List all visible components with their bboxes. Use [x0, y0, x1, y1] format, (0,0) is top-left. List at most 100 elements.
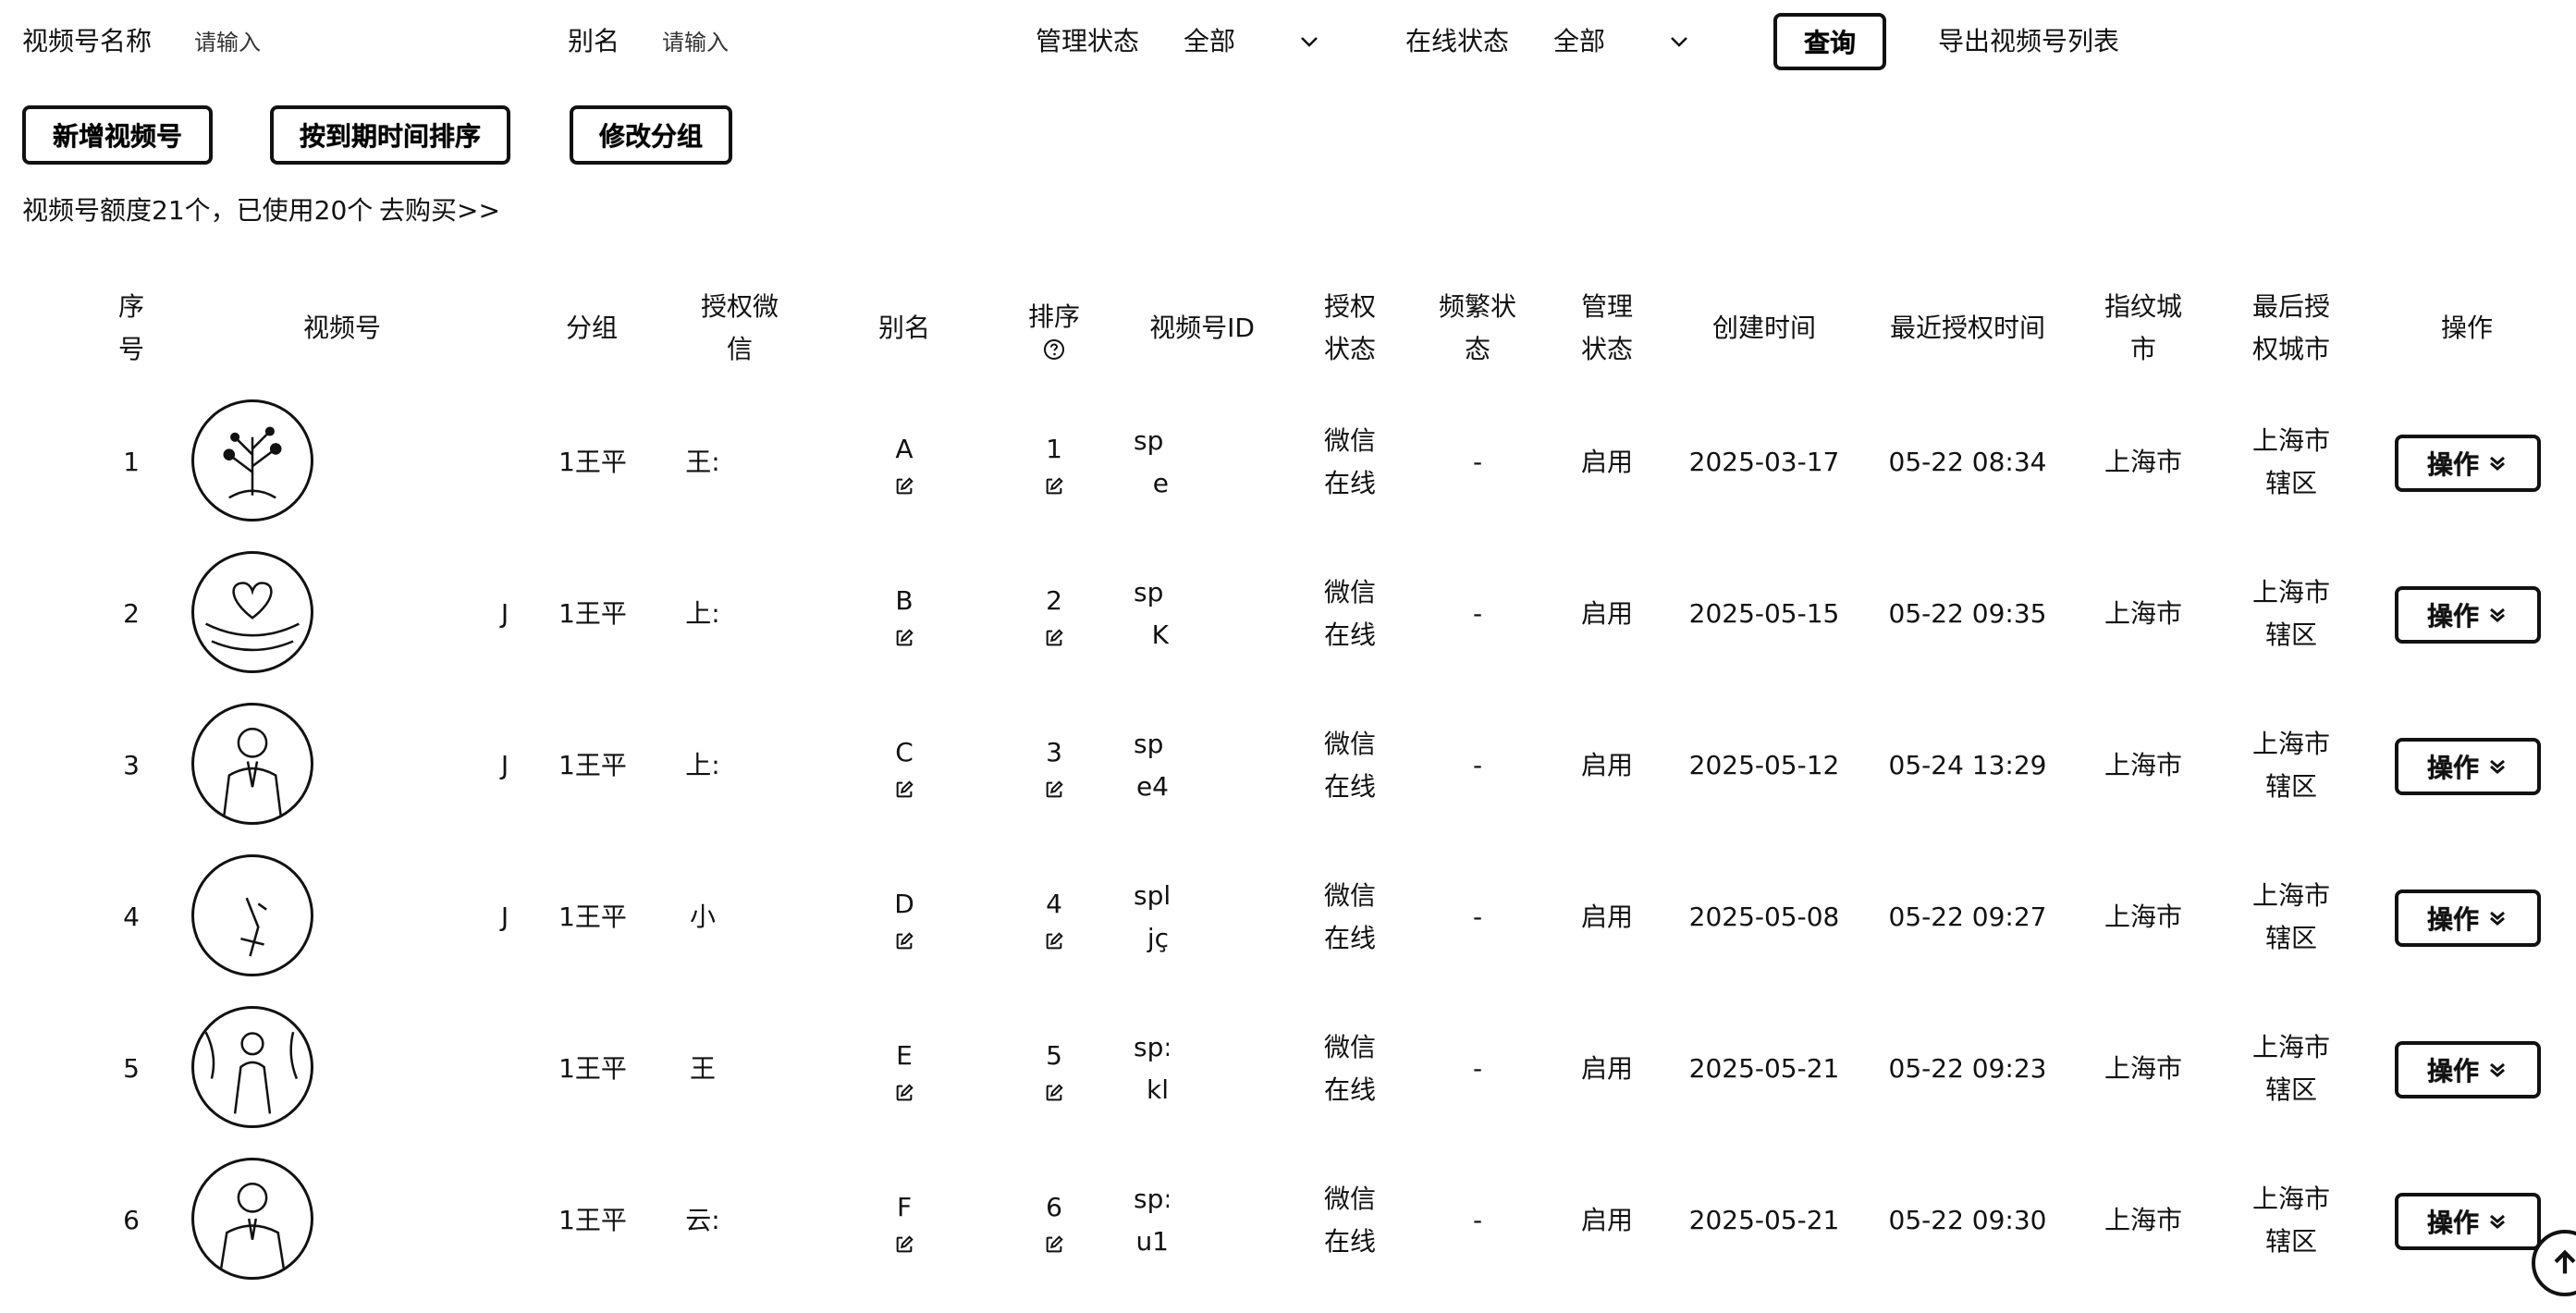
- edit-icon[interactable]: [1044, 1234, 1064, 1255]
- header-channel: 视频号: [287, 282, 398, 374]
- edit-icon[interactable]: [1044, 931, 1064, 951]
- edit-icon[interactable]: [894, 1234, 914, 1255]
- operation-label: 操作: [2426, 1056, 2479, 1086]
- row-sort: 5: [1046, 1040, 1062, 1071]
- row-last-auth-city: 上海市 辖区: [2245, 690, 2337, 841]
- row-auth-wechat: 云:: [685, 1205, 720, 1235]
- row-channel-id: sp K: [1134, 538, 1169, 690]
- row-group: 1王平: [558, 750, 627, 780]
- row-last-auth-time: 05-22 09:23: [1888, 1053, 2047, 1084]
- table-row: 1 1王平 王: A 1 sp e 微信 在线 - 启用 2025-03-17 …: [0, 387, 2576, 538]
- edit-icon[interactable]: [1044, 628, 1064, 648]
- edit-icon[interactable]: [894, 628, 914, 648]
- row-created-time: 2025-05-15: [1688, 598, 1840, 629]
- table-row: 3 J 1王平 上: C 3 sp e4 微信 在线 - 启用 2025-05-…: [0, 690, 2576, 841]
- operation-dropdown-button[interactable]: 操作: [2395, 586, 2541, 644]
- header-fingerprint-city: 指纹城 市: [2097, 282, 2190, 374]
- chevron-down-icon: [1301, 37, 1318, 47]
- header-last-auth-city: 最后授 权城市: [2245, 282, 2337, 374]
- row-channel-id-top: sp: [1134, 577, 1164, 607]
- row-last-auth-city-line2: 辖区: [2264, 923, 2317, 953]
- row-channel-name: [496, 1145, 514, 1296]
- row-auth-wechat: 上:: [685, 750, 720, 780]
- online-status-select[interactable]: 全部: [1553, 25, 1692, 58]
- header-auth-status: 授权 状态: [1313, 282, 1387, 374]
- row-channel-name: J: [500, 750, 509, 780]
- edit-icon[interactable]: [1044, 1083, 1064, 1103]
- row-last-auth-city: 上海市 辖区: [2245, 538, 2337, 690]
- row-alias: F: [896, 1192, 913, 1222]
- edit-icon[interactable]: [894, 779, 914, 800]
- operation-dropdown-button[interactable]: 操作: [2395, 738, 2541, 795]
- row-channel-id-bottom: e: [1152, 468, 1169, 498]
- avatar-image: [240, 897, 267, 957]
- buy-link[interactable]: 去购买>>: [379, 194, 500, 227]
- avatar: [191, 1158, 313, 1280]
- row-sort: 1: [1046, 434, 1062, 464]
- edit-icon[interactable]: [1044, 476, 1064, 497]
- row-manage-status: 启用: [1580, 598, 1633, 629]
- row-last-auth-city-line2: 辖区: [2264, 468, 2317, 498]
- sort-by-expiry-button[interactable]: 按到期时间排序: [270, 105, 510, 165]
- manage-status-select[interactable]: 全部: [1184, 25, 1322, 58]
- row-auth-status: 微信 在线: [1313, 993, 1387, 1145]
- row-last-auth-city-line2: 辖区: [2264, 620, 2317, 650]
- row-created-time: 2025-05-12: [1688, 750, 1840, 780]
- row-channel-name: J: [500, 902, 509, 932]
- header-channel-id: 视频号ID: [1137, 282, 1267, 374]
- export-list-link[interactable]: 导出视频号列表: [1938, 25, 2119, 58]
- header-created-time-line1: 创建时间: [1711, 313, 1816, 343]
- operation-dropdown-button[interactable]: 操作: [2395, 435, 2541, 492]
- question-circle-icon[interactable]: [1043, 338, 1065, 361]
- operation-dropdown-button[interactable]: 操作: [2395, 1193, 2541, 1250]
- row-channel-id: sp: kl: [1134, 993, 1169, 1145]
- arrow-up-circle-icon: [2554, 1249, 2576, 1274]
- row-last-auth-city: 上海市 辖区: [2245, 387, 2337, 538]
- operation-dropdown-button[interactable]: 操作: [2395, 890, 2541, 947]
- row-last-auth-city-line1: 上海市: [2251, 1032, 2330, 1062]
- row-auth-status-line2: 在线: [1323, 923, 1376, 953]
- row-frequent-status: -: [1472, 598, 1483, 629]
- edit-icon[interactable]: [1044, 779, 1064, 800]
- row-channel-id-top: sp: [1134, 729, 1164, 759]
- row-fingerprint-city: 上海市: [2104, 447, 2182, 477]
- header-auth-wechat-line2: 信: [726, 334, 753, 364]
- operation-dropdown-button[interactable]: 操作: [2395, 1041, 2541, 1098]
- row-auth-status-line2: 在线: [1323, 1074, 1376, 1105]
- row-channel-name: J: [500, 598, 509, 629]
- row-last-auth-city-line1: 上海市: [2251, 577, 2330, 607]
- avatar: [191, 399, 313, 522]
- chevron-down-icon: [1671, 37, 1687, 47]
- header-last-auth-city-line1: 最后授: [2251, 291, 2330, 322]
- channel-name-input[interactable]: 请输入: [194, 26, 261, 59]
- row-alias: A: [895, 434, 914, 464]
- header-last-auth-time-line1: 最近授权时间: [1889, 313, 2045, 343]
- row-alias-cell: F: [886, 1145, 923, 1296]
- header-channel-line1: 视频号: [302, 313, 381, 343]
- row-alias-cell: B: [886, 538, 923, 690]
- row-auth-wechat: 上:: [685, 598, 720, 629]
- row-auth-wechat: 小: [689, 902, 716, 932]
- edit-icon[interactable]: [894, 476, 914, 497]
- row-sort: 2: [1046, 585, 1062, 616]
- alias-input[interactable]: 请输入: [662, 26, 729, 59]
- edit-icon[interactable]: [894, 1083, 914, 1103]
- modify-group-button[interactable]: 修改分组: [570, 105, 732, 165]
- row-last-auth-city-line1: 上海市: [2251, 880, 2330, 911]
- row-alias-cell: E: [886, 993, 923, 1145]
- row-last-auth-city: 上海市 辖区: [2245, 841, 2337, 993]
- row-fingerprint-city: 上海市: [2104, 598, 2182, 629]
- header-index: 序 号: [111, 282, 152, 374]
- row-last-auth-city-line1: 上海市: [2251, 1184, 2330, 1214]
- query-button[interactable]: 查询: [1773, 13, 1886, 70]
- header-fingerprint-city-line2: 市: [2129, 334, 2156, 364]
- row-channel-id-bottom: K: [1151, 620, 1169, 650]
- header-channel-id-line1: 视频号ID: [1149, 313, 1255, 343]
- edit-icon[interactable]: [894, 931, 914, 951]
- row-last-auth-city-line2: 辖区: [2264, 771, 2317, 802]
- add-channel-button[interactable]: 新增视频号: [22, 105, 213, 165]
- header-auth-wechat: 授权微 信: [693, 282, 786, 374]
- row-sort-cell: 5: [1036, 993, 1073, 1145]
- row-auth-status-line2: 在线: [1323, 620, 1376, 650]
- header-group: 分组: [555, 282, 629, 374]
